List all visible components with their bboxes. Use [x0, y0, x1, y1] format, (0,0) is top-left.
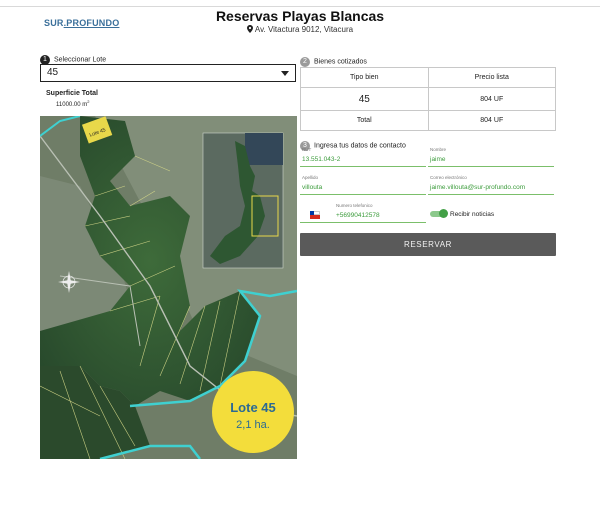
page-title: Reservas Playas Blancas	[215, 8, 385, 24]
superficie-unit-exponent: 2	[87, 99, 90, 104]
apellido-value: villouta	[302, 184, 323, 191]
row-precio: 804 UF	[427, 110, 556, 131]
location-pin-icon	[246, 25, 253, 33]
locator-water	[245, 133, 283, 165]
nombre-field[interactable]: Nombre jaime	[428, 147, 554, 167]
noticias-label: Recibir noticias	[450, 211, 495, 218]
row-tipo: 45	[300, 87, 429, 111]
rut-value: 13.551.043-2	[302, 156, 341, 163]
apellido-label: Apellido	[302, 175, 319, 180]
correo-value: jaime.villouta@sur-profundo.com	[430, 184, 526, 191]
lote-map[interactable]: Lote 45 Lote 45 2,1 ha.	[40, 116, 297, 459]
apellido-field[interactable]: Apellido villouta	[300, 175, 426, 195]
column-header: Precio lista	[427, 67, 556, 88]
nombre-label: Nombre	[430, 147, 447, 152]
address-line: Av. Vitactura 9012, Vitacura	[0, 25, 600, 34]
rut-label: RUT	[302, 147, 312, 152]
step2-number: 2	[300, 56, 310, 67]
telefono-label: Numero telefonico	[336, 203, 373, 208]
bienes-table: Tipo bien Precio lista 45 804 UF Total 8…	[300, 67, 556, 131]
correo-label: Correo electrónico	[430, 175, 467, 180]
row-tipo: Total	[300, 110, 429, 131]
column-header: Tipo bien	[300, 67, 429, 88]
lote-badge-subtitle: 2,1 ha.	[236, 419, 270, 431]
chile-flag-icon[interactable]	[310, 211, 320, 219]
rut-field[interactable]: RUT 13.551.043-2	[300, 147, 426, 167]
telefono-field[interactable]: Numero telefonico +56990412578	[300, 203, 426, 223]
superficie-number: 11000.00 m	[56, 102, 88, 108]
lote-select[interactable]: 45	[40, 64, 296, 82]
top-divider	[0, 6, 600, 7]
telefono-value: +56990412578	[336, 212, 380, 219]
table-header-row: Tipo bien Precio lista	[300, 67, 556, 88]
step1-label: Seleccionar Lote	[54, 56, 107, 64]
noticias-toggle[interactable]	[430, 209, 448, 218]
superficie-title: Superficie Total	[46, 90, 98, 97]
nombre-value: jaime	[430, 156, 446, 163]
address-text: Av. Vitactura 9012, Vitacura	[254, 25, 354, 34]
lote-select-value: 45	[47, 67, 59, 78]
reservar-button[interactable]: RESERVAR	[300, 233, 556, 256]
toggle-knob[interactable]	[439, 209, 448, 218]
row-precio: 804 UF	[427, 87, 556, 111]
lote-badge-title: Lote 45	[230, 400, 276, 415]
table-row: 45 804 UF	[300, 87, 556, 111]
caret-down-icon[interactable]	[281, 71, 289, 76]
table-row-total: Total 804 UF	[300, 110, 556, 131]
superficie-value: 11000.00 m2	[56, 99, 89, 108]
step2-label: Bienes cotizados	[314, 58, 367, 66]
correo-field[interactable]: Correo electrónico jaime.villouta@sur-pr…	[428, 175, 554, 195]
